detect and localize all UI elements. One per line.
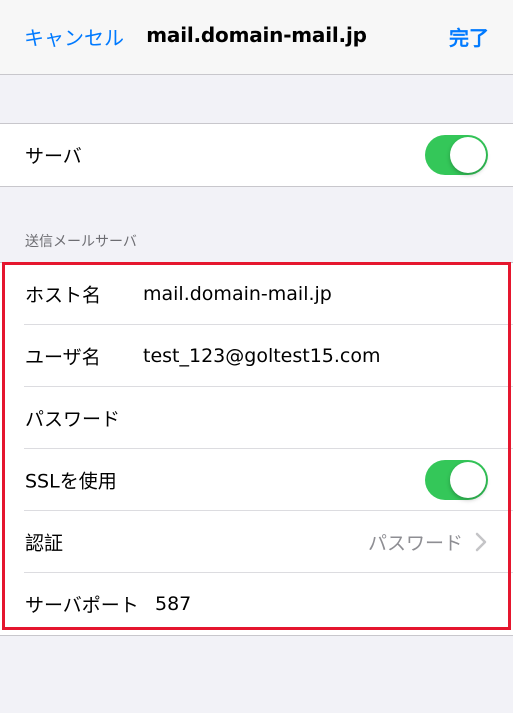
navigation-bar: キャンセル mail.domain-mail.jp 完了 bbox=[0, 0, 513, 75]
server-group: サーバ bbox=[0, 123, 513, 187]
password-row[interactable]: パスワード bbox=[0, 387, 513, 449]
ssl-toggle[interactable] bbox=[425, 460, 488, 500]
server-toggle[interactable] bbox=[425, 135, 488, 175]
page-title: mail.domain-mail.jp bbox=[146, 23, 367, 47]
authentication-label: 認証 bbox=[25, 532, 64, 555]
ssl-label: SSLを使用 bbox=[25, 470, 117, 493]
outgoing-server-group: ホスト名 mail.domain-mail.jp ユーザ名 test_123@g… bbox=[0, 262, 513, 636]
toggle-knob bbox=[450, 462, 486, 498]
server-port-label: サーバポート bbox=[25, 594, 139, 617]
server-port-field[interactable]: 587 bbox=[155, 593, 191, 615]
host-name-label: ホスト名 bbox=[25, 284, 102, 307]
server-label: サーバ bbox=[25, 145, 82, 168]
server-port-row[interactable]: サーバポート 587 bbox=[0, 573, 513, 635]
host-name-field[interactable]: mail.domain-mail.jp bbox=[143, 283, 332, 305]
done-button[interactable]: 完了 bbox=[449, 22, 489, 51]
password-label: パスワード bbox=[25, 408, 121, 431]
toggle-knob bbox=[450, 137, 486, 173]
user-name-row[interactable]: ユーザ名 test_123@goltest15.com bbox=[0, 325, 513, 387]
user-name-field[interactable]: test_123@goltest15.com bbox=[143, 345, 381, 367]
ssl-row: SSLを使用 bbox=[0, 449, 513, 511]
server-row: サーバ bbox=[0, 124, 513, 186]
host-name-row[interactable]: ホスト名 mail.domain-mail.jp bbox=[0, 263, 513, 325]
outgoing-server-section-header: 送信メールサーバ bbox=[25, 234, 137, 250]
authentication-value: パスワード bbox=[367, 532, 463, 555]
user-name-label: ユーザ名 bbox=[25, 346, 101, 369]
chevron-right-icon bbox=[475, 532, 487, 552]
authentication-row[interactable]: 認証 パスワード bbox=[0, 511, 513, 573]
